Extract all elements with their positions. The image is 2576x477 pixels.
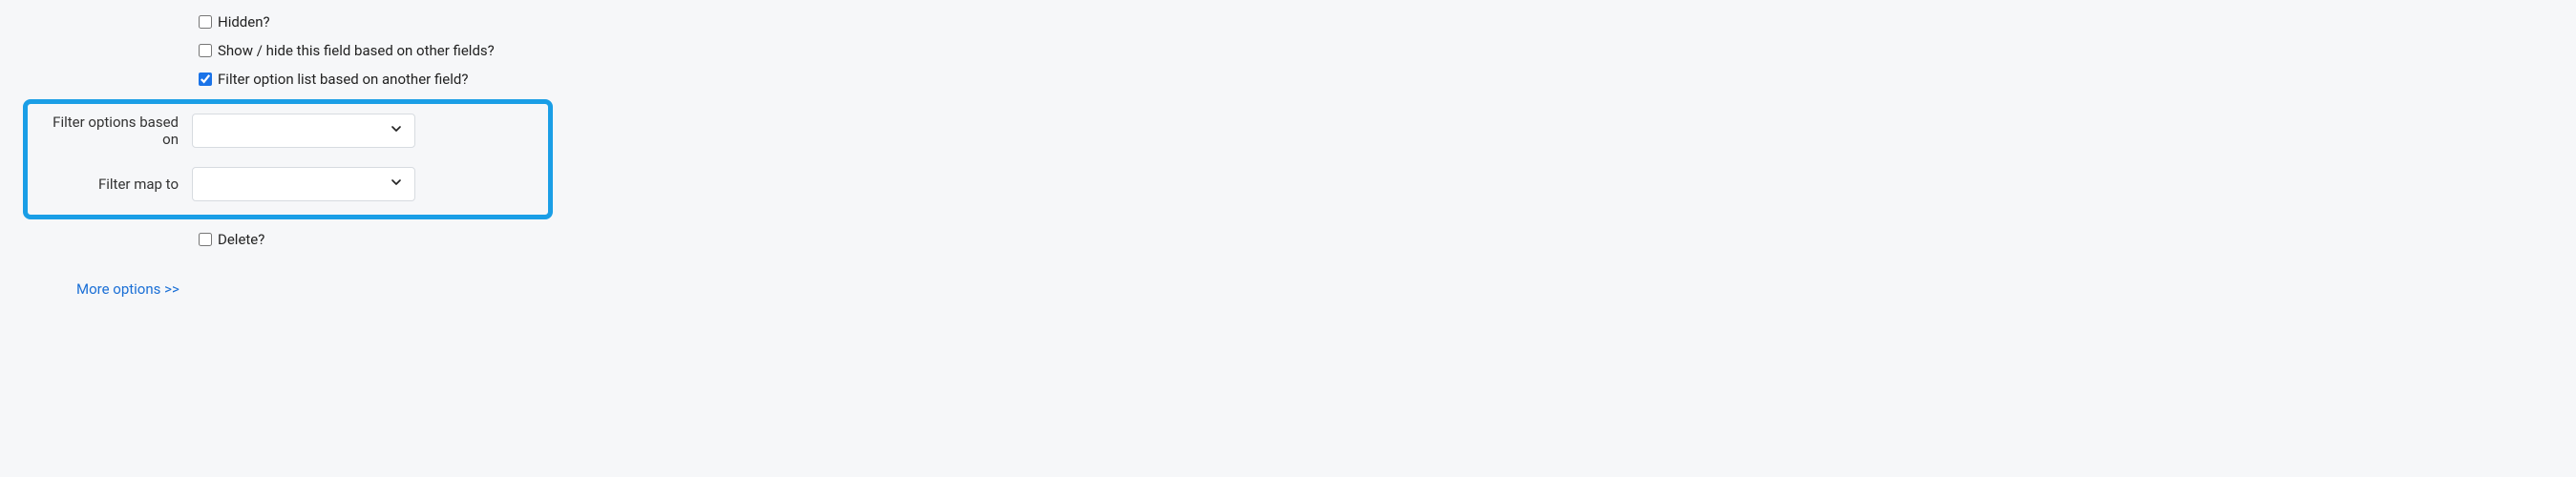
showhide-checkbox[interactable] bbox=[199, 44, 212, 57]
more-options-container: More options >> bbox=[76, 280, 2576, 298]
filter-based-on-select-wrapper bbox=[192, 114, 415, 148]
more-options-link[interactable]: More options >> bbox=[76, 280, 179, 298]
filter-based-on-label: Filter options based on bbox=[35, 114, 192, 148]
filter-map-to-select-wrapper bbox=[192, 167, 415, 201]
hidden-checkbox-row: Hidden? bbox=[199, 8, 2576, 36]
hidden-checkbox-label: Hidden? bbox=[218, 13, 270, 31]
filter-checkbox-label: Filter option list based on another fiel… bbox=[218, 71, 468, 88]
showhide-checkbox-row: Show / hide this field based on other fi… bbox=[199, 36, 2576, 65]
filter-map-to-label: Filter map to bbox=[35, 176, 192, 193]
filter-options-panel: Filter options based on Filter map to bbox=[23, 99, 553, 219]
filter-map-to-row: Filter map to bbox=[35, 167, 540, 201]
showhide-checkbox-label: Show / hide this field based on other fi… bbox=[218, 42, 495, 59]
filter-checkbox-row: Filter option list based on another fiel… bbox=[199, 65, 2576, 93]
filter-based-on-select[interactable] bbox=[192, 114, 415, 148]
filter-based-on-row: Filter options based on bbox=[35, 114, 540, 148]
delete-checkbox[interactable] bbox=[199, 233, 212, 246]
delete-checkbox-row: Delete? bbox=[199, 225, 2576, 254]
delete-checkbox-label: Delete? bbox=[218, 231, 264, 248]
hidden-checkbox[interactable] bbox=[199, 15, 212, 29]
filter-map-to-select[interactable] bbox=[192, 167, 415, 201]
filter-checkbox[interactable] bbox=[199, 73, 212, 86]
